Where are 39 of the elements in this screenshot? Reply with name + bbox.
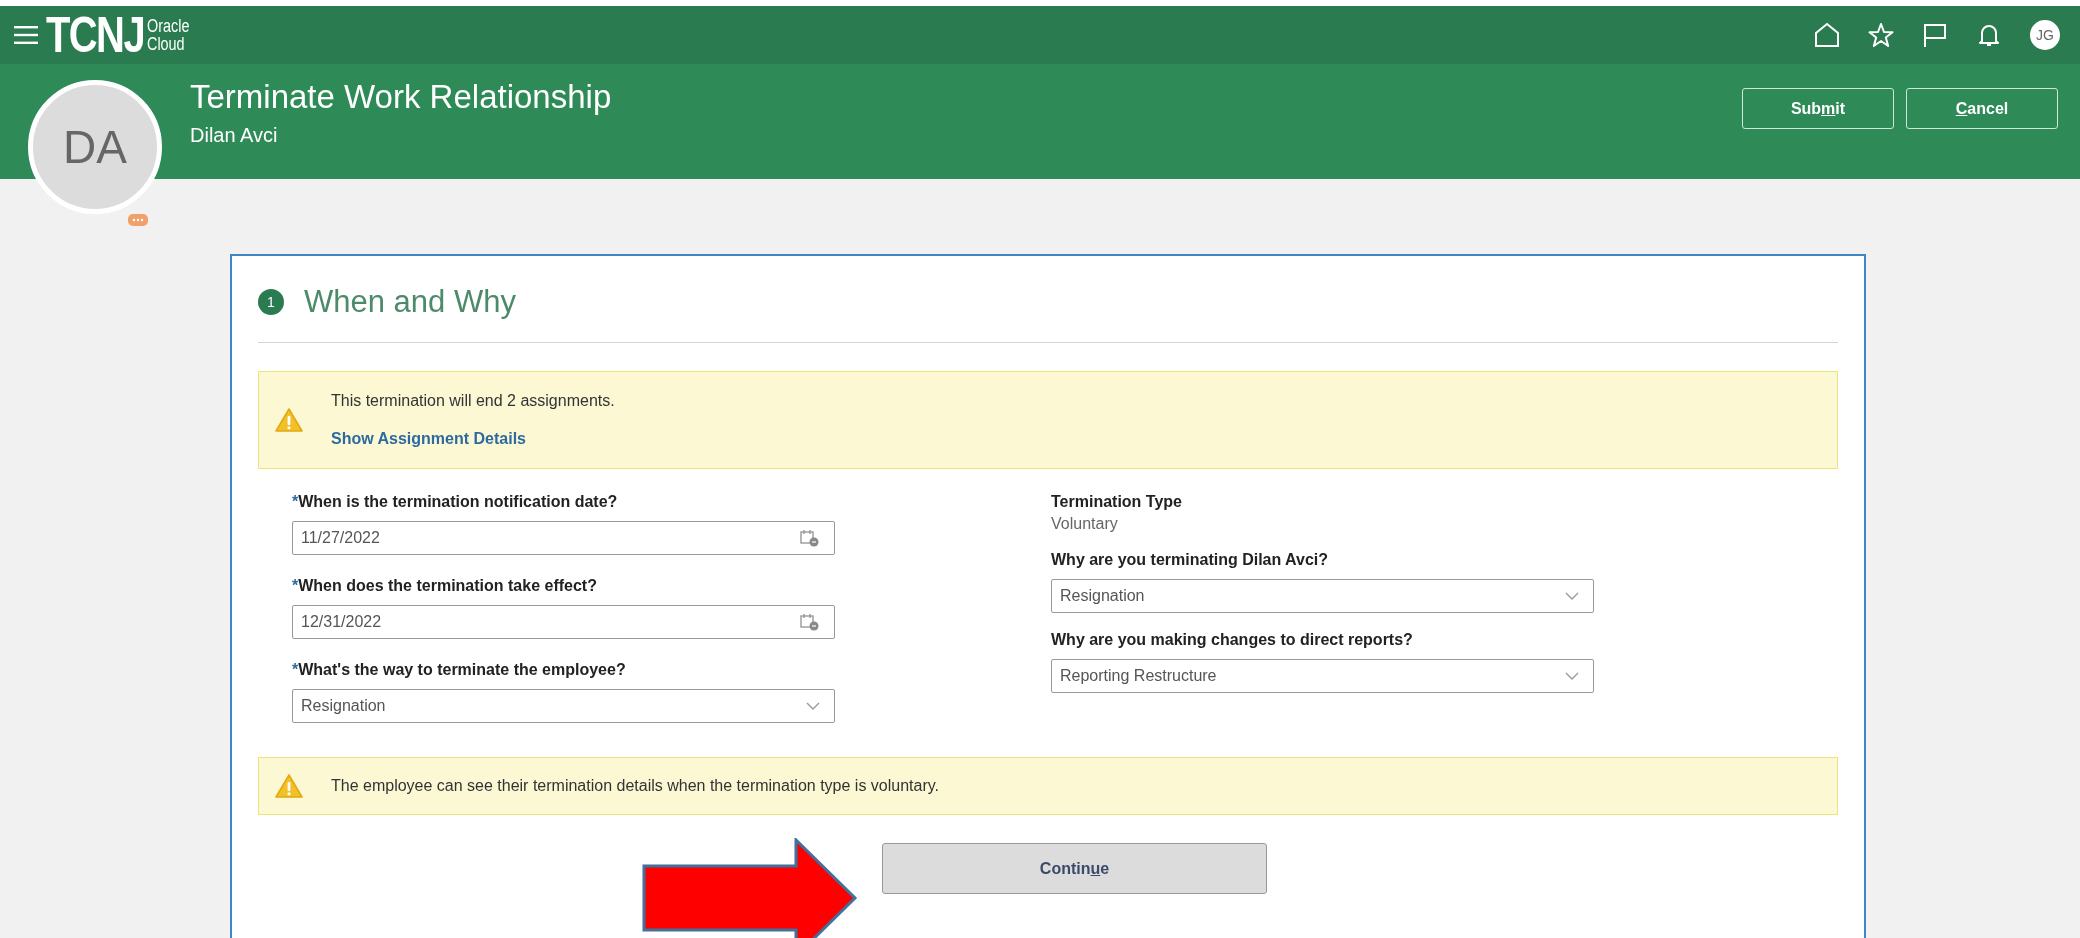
dropdown-field[interactable]: Resignation xyxy=(292,689,835,723)
calendar-icon xyxy=(800,529,820,547)
date-field[interactable]: 12/31/2022 xyxy=(292,605,835,639)
header-button[interactable]: Submit xyxy=(1742,88,1894,129)
field-label: Termination Type xyxy=(1051,493,1183,511)
warning-message: The employee can see their termination details when the termination type is voluntary. xyxy=(331,777,940,795)
flag-icon[interactable] xyxy=(1922,22,1948,48)
logo: TCNJ xyxy=(46,10,145,60)
page-title: Terminate Work Relationship xyxy=(190,78,612,116)
field-label: *When is the termination notification date? xyxy=(292,493,619,511)
person-avatar: DA xyxy=(28,80,162,214)
field-label: *What's the way to terminate the employee? xyxy=(292,661,627,679)
star-icon[interactable] xyxy=(1868,22,1894,48)
field-label: Why are you making changes to direct reports? xyxy=(1051,631,1414,649)
warning-icon xyxy=(275,773,303,799)
logo-text: Cloud xyxy=(146,35,186,53)
employee-name: Dilan Avci xyxy=(190,124,279,147)
header-button[interactable]: Cancel xyxy=(1906,88,2058,129)
dropdown-field[interactable]: Reporting Restructure xyxy=(1051,659,1594,693)
warning-icon xyxy=(275,407,303,433)
field-label: Why are you terminating Dilan Avci? xyxy=(1051,551,1330,569)
bell-icon[interactable] xyxy=(1976,22,2002,48)
chevron-down-icon xyxy=(1565,672,1579,680)
continue-button[interactable]: Continue xyxy=(882,843,1267,894)
date-field[interactable]: 11/27/2022 xyxy=(292,521,835,555)
field-value: Voluntary xyxy=(1051,515,1119,533)
dropdown-field[interactable]: Resignation xyxy=(1051,579,1594,613)
logo-text: Oracle xyxy=(146,17,189,35)
step-number: 1 xyxy=(258,289,284,315)
user-avatar[interactable]: JG xyxy=(2030,20,2060,50)
warning-message: This termination will end 2 assignments. xyxy=(331,392,615,410)
calendar-icon xyxy=(800,613,820,631)
home-icon[interactable] xyxy=(1814,22,1840,48)
chevron-down-icon xyxy=(1565,592,1579,600)
section-title: When and Why xyxy=(304,284,516,320)
chevron-down-icon xyxy=(806,702,820,710)
field-label: *When does the termination take effect? xyxy=(292,577,598,595)
details-link[interactable]: Show Assignment Details xyxy=(331,430,615,448)
menu-icon[interactable] xyxy=(14,26,38,44)
